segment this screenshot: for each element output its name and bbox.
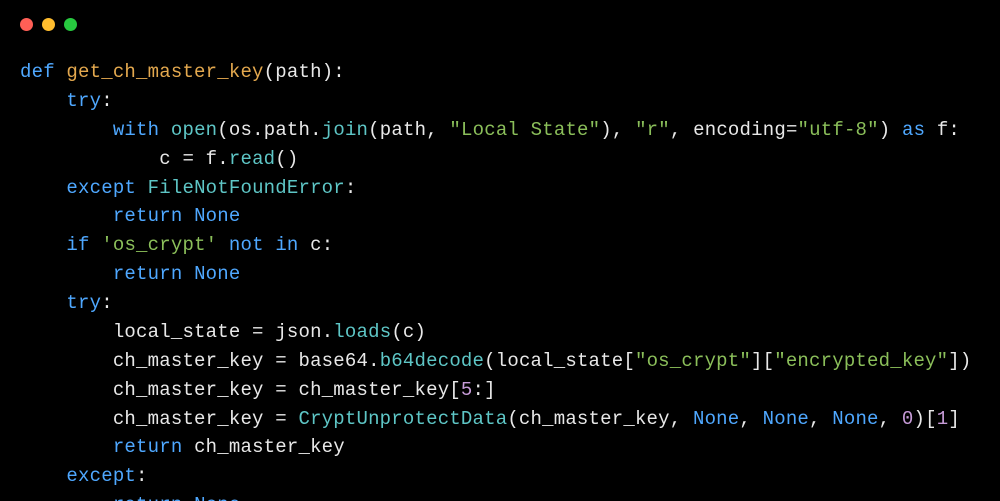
window-controls (20, 18, 77, 31)
str-os-crypt-sq: 'os_crypt' (101, 234, 217, 256)
kw-not: not (229, 234, 264, 256)
minimize-icon[interactable] (42, 18, 55, 31)
param-path: path (275, 61, 321, 83)
kw-with: with (113, 119, 159, 141)
str-encrypted-key: "encrypted_key" (774, 350, 948, 372)
call-b64decode: b64decode (380, 350, 484, 372)
call-loads: loads (333, 321, 391, 343)
kw-return: return (113, 205, 183, 227)
kw-try: try (66, 90, 101, 112)
code-block: def get_ch_master_key(path): try: with o… (0, 0, 1000, 501)
num-0: 0 (902, 408, 914, 430)
call-cryptunprotectdata: CryptUnprotectData (298, 408, 507, 430)
func-name: get_ch_master_key (66, 61, 263, 83)
kw-except: except (66, 177, 136, 199)
kw-in: in (275, 234, 298, 256)
kw-def: def (20, 61, 55, 83)
kw-return: return (113, 263, 183, 285)
const-none: None (194, 263, 240, 285)
code-window: def get_ch_master_key(path): try: with o… (0, 0, 1000, 501)
kw-return: return (113, 494, 183, 501)
close-icon[interactable] (20, 18, 33, 31)
str-r: "r" (635, 119, 670, 141)
str-local-state: "Local State" (449, 119, 600, 141)
kw-return: return (113, 436, 183, 458)
call-open: open (171, 119, 217, 141)
const-none: None (194, 494, 240, 501)
str-utf8: "utf-8" (798, 119, 879, 141)
kw-try: try (66, 292, 101, 314)
call-read: read (229, 148, 275, 170)
kw-except: except (66, 465, 136, 487)
num-5: 5 (461, 379, 473, 401)
const-none: None (194, 205, 240, 227)
str-os-crypt: "os_crypt" (635, 350, 751, 372)
kw-as: as (902, 119, 925, 141)
type-filenotfound: FileNotFoundError (148, 177, 345, 199)
num-1: 1 (937, 408, 949, 430)
zoom-icon[interactable] (64, 18, 77, 31)
call-join: join (322, 119, 368, 141)
kw-if: if (66, 234, 89, 256)
